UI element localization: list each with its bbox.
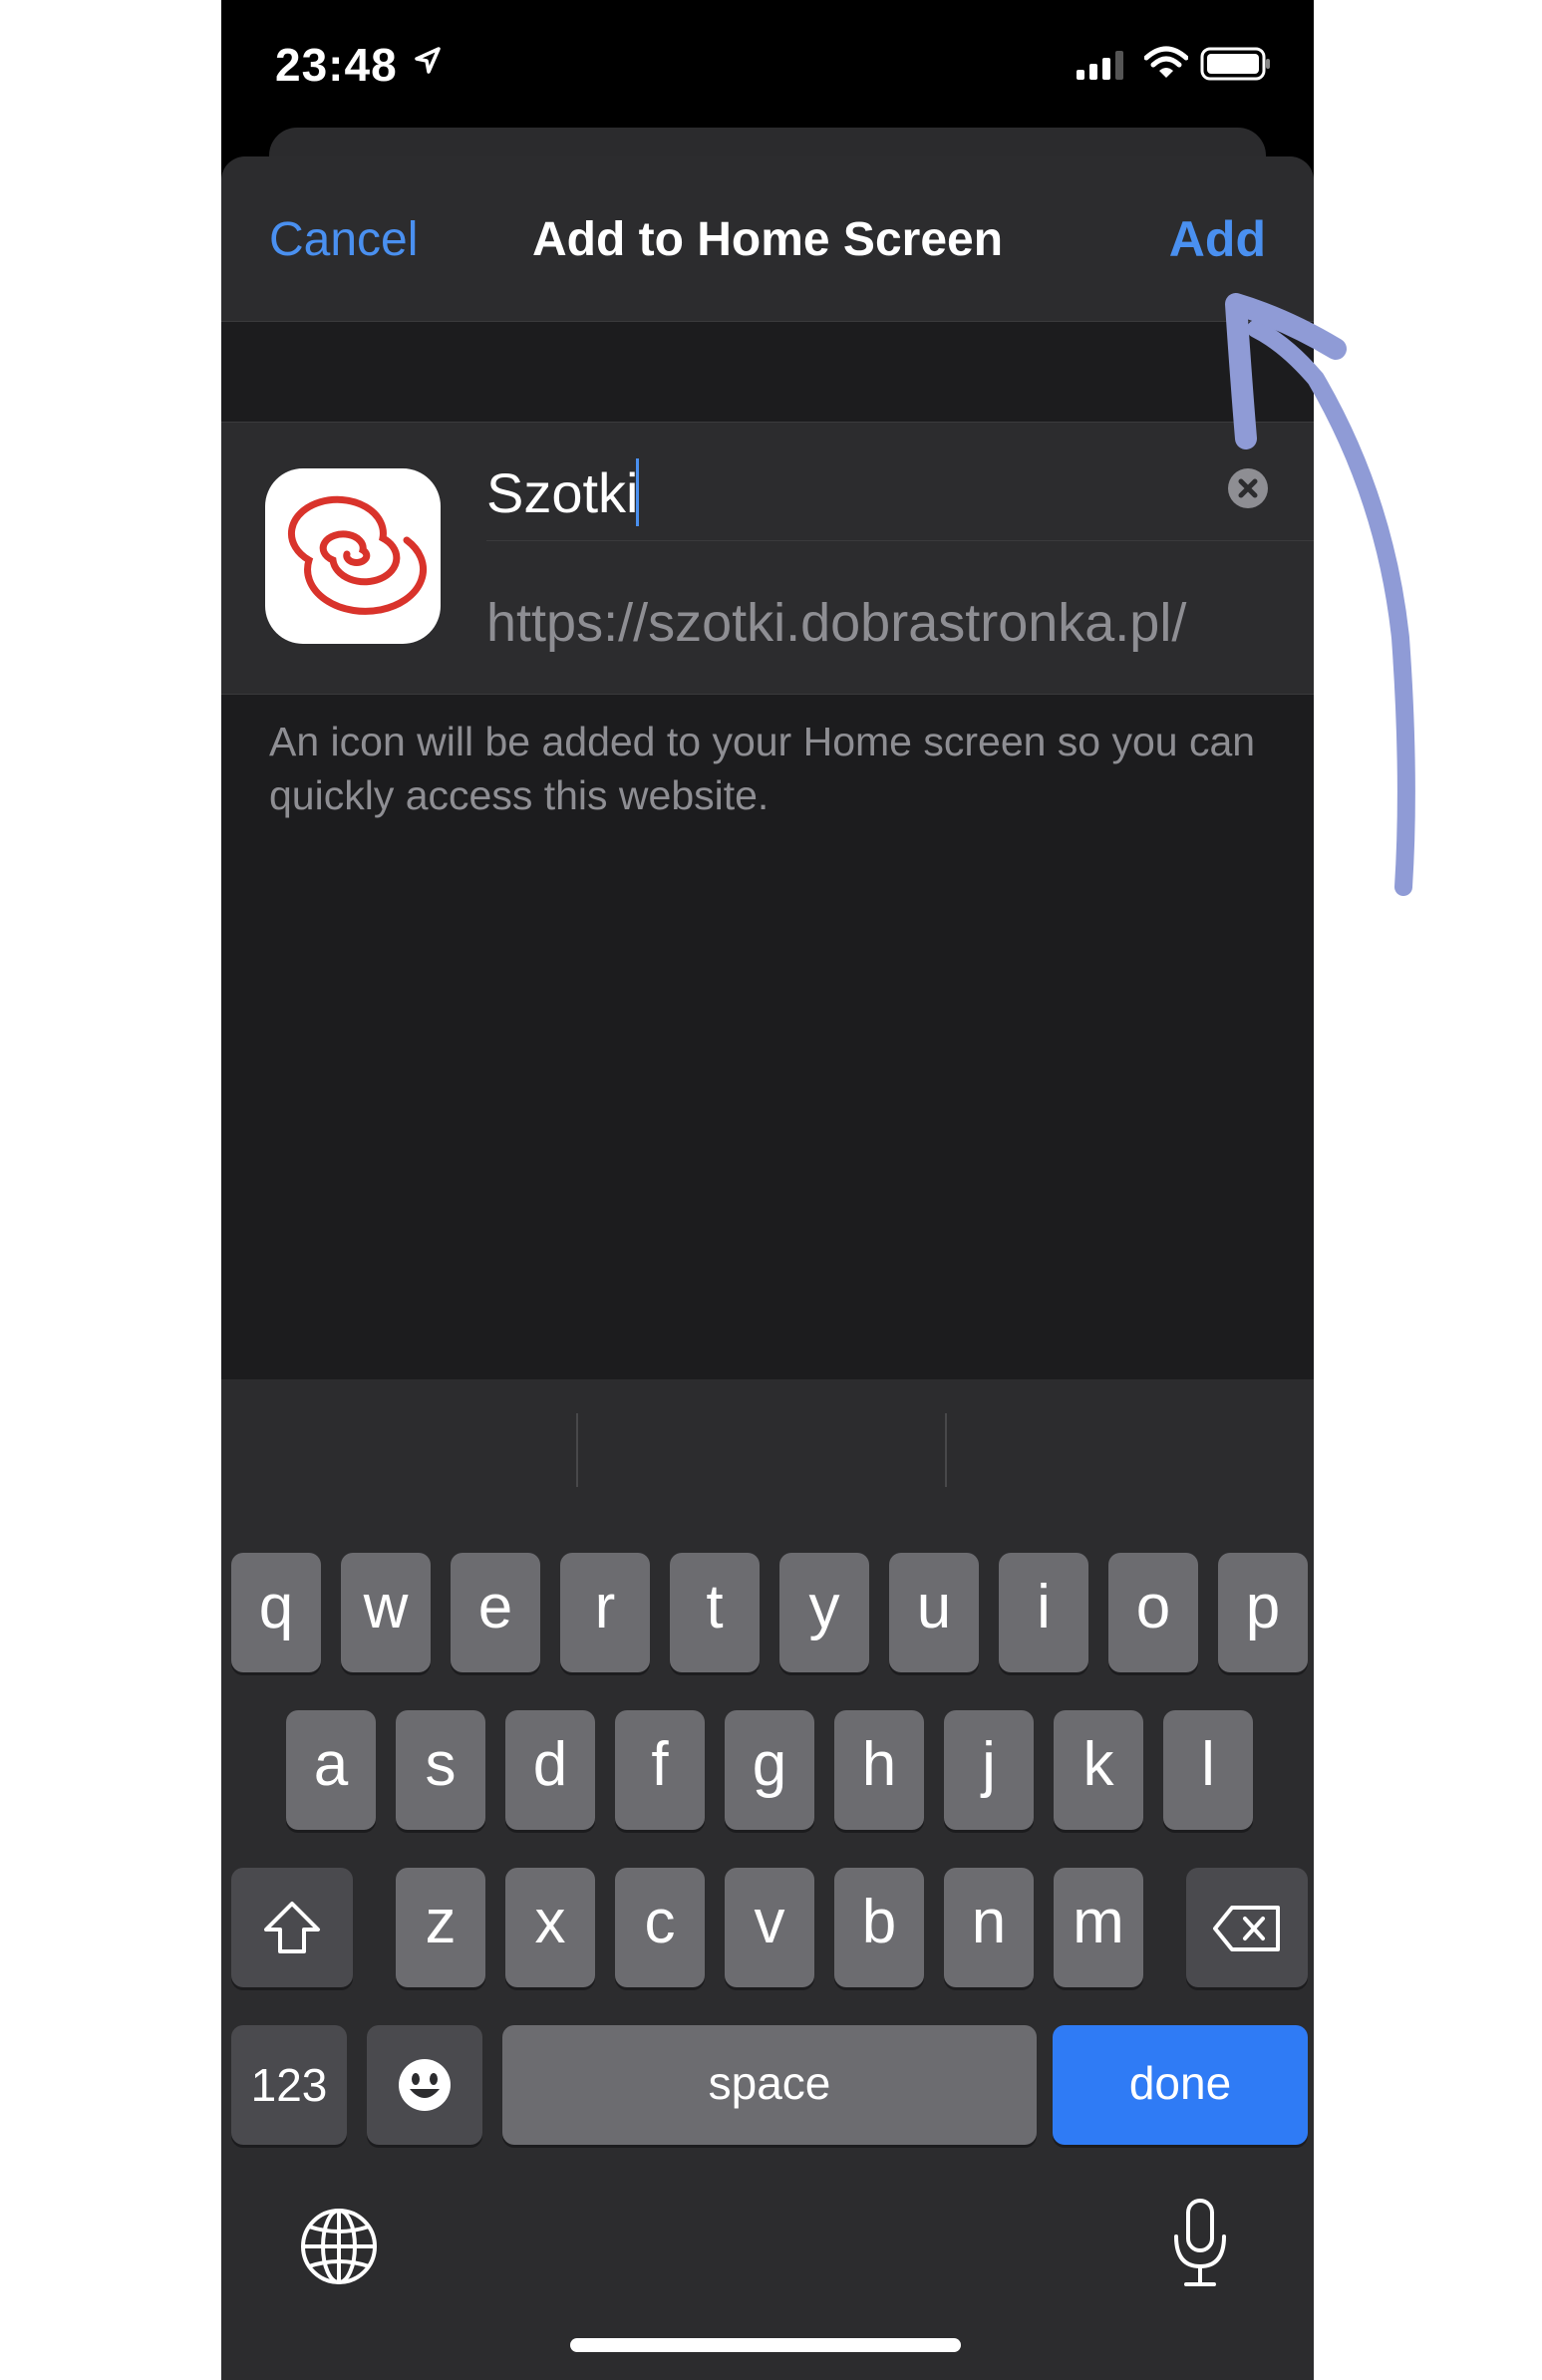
key-z[interactable]: z [396,1868,485,1987]
key-w[interactable]: w [341,1553,431,1672]
section-spacer [221,322,1314,422]
key-l[interactable]: l [1163,1710,1253,1830]
sheet-title: Add to Home Screen [531,213,1004,266]
done-key[interactable]: done [1053,2025,1308,2145]
status-bar: 23:48 [221,0,1314,125]
key-o[interactable]: o [1108,1553,1198,1672]
bookmark-url: https://szotki.dobrastronka.pl/ [486,593,1187,653]
globe-icon[interactable] [299,2207,379,2291]
key-g[interactable]: g [725,1710,814,1830]
spiral-logo-icon [265,468,441,644]
home-indicator[interactable] [570,2338,961,2352]
key-s[interactable]: s [396,1710,485,1830]
key-y[interactable]: y [779,1553,869,1672]
key-k[interactable]: k [1054,1710,1143,1830]
key-q[interactable]: q [231,1553,321,1672]
key-p[interactable]: p [1218,1553,1308,1672]
emoji-smiley-icon [399,2059,451,2111]
key-m[interactable]: m [1054,1868,1143,1987]
cellular-signal-icon [1077,50,1128,85]
bookmark-card: https://szotki.dobrastronka.pl/ [221,422,1314,695]
microphone-icon[interactable] [1170,2197,1230,2297]
text-cursor [636,458,639,526]
key-b[interactable]: b [834,1868,924,1987]
key-x[interactable]: x [505,1868,595,1987]
delete-key[interactable] [1186,1868,1308,1987]
key-h[interactable]: h [834,1710,924,1830]
annotation-arrow-icon [1225,293,1415,896]
backspace-icon [1213,1906,1280,1951]
key-j[interactable]: j [944,1710,1034,1830]
phone-screen: 23:48 Cancel Add to Home Screen Add Szot… [221,0,1314,2380]
key-d[interactable]: d [505,1710,595,1830]
add-button[interactable]: Add [1169,210,1266,268]
keyboard: q w e r t y u i o p a s d f g h j k l z … [221,1379,1314,2380]
wifi-icon [1143,46,1189,85]
key-u[interactable]: u [889,1553,979,1672]
status-time: 23:48 [275,39,398,91]
key-t[interactable]: t [670,1553,760,1672]
numbers-key[interactable]: 123 [231,2025,347,2145]
key-v[interactable]: v [725,1868,814,1987]
key-n[interactable]: n [944,1868,1034,1987]
shift-arrow-icon [264,1902,320,1953]
shift-key[interactable] [231,1868,353,1987]
sheet-navbar: Cancel Add to Home Screen Add [221,156,1314,322]
key-i[interactable]: i [999,1553,1088,1672]
key-r[interactable]: r [560,1553,650,1672]
suggestion-divider [576,1413,578,1487]
location-arrow-icon [413,46,443,81]
battery-icon [1200,47,1272,86]
key-e[interactable]: e [451,1553,540,1672]
emoji-key[interactable] [367,2025,482,2145]
suggestion-divider [945,1413,947,1487]
space-key[interactable]: space [502,2025,1037,2145]
key-f[interactable]: f [615,1710,705,1830]
key-a[interactable]: a [286,1710,376,1830]
key-c[interactable]: c [615,1868,705,1987]
hint-text: An icon will be added to your Home scree… [269,719,1256,818]
